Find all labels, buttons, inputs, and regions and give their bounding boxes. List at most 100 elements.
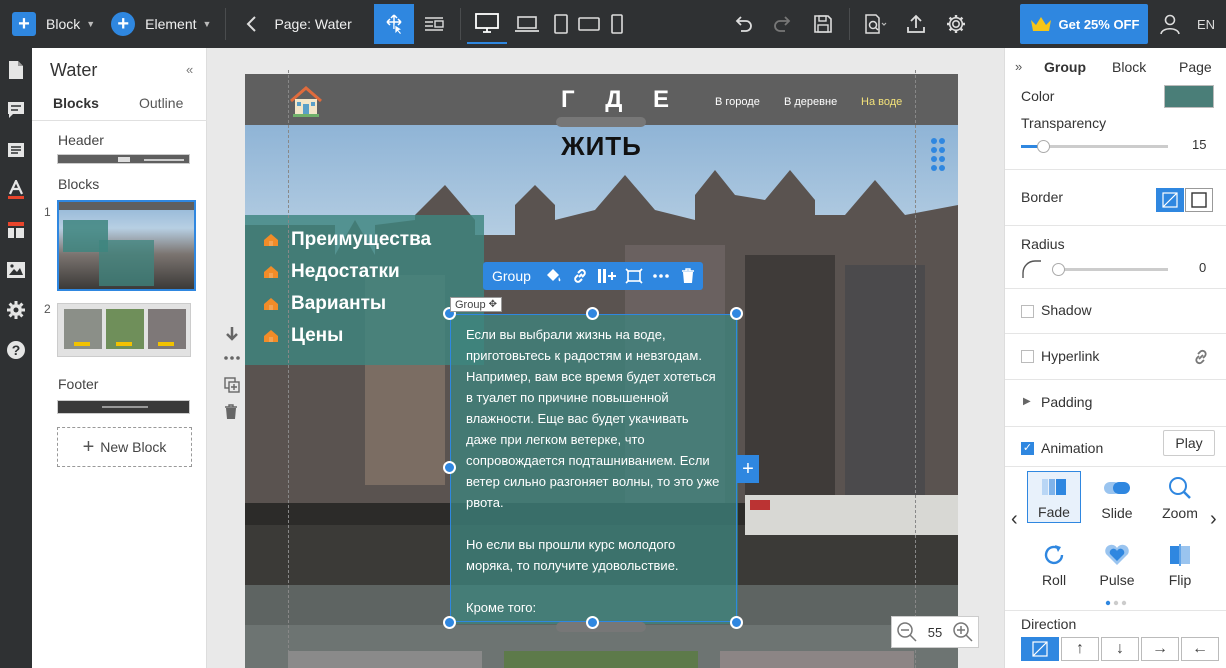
direction-down-button[interactable]: ↓ xyxy=(1101,637,1139,661)
preview-menu[interactable] xyxy=(856,4,896,44)
delete-button[interactable] xyxy=(675,262,702,290)
animation-pulse[interactable]: Pulse xyxy=(1090,538,1144,590)
duplicate-icon[interactable] xyxy=(224,377,240,393)
hyperlink-checkbox[interactable] xyxy=(1021,350,1034,363)
editor-canvas[interactable]: Г Д Е В городе В деревне На воде ЖИТЬ Пр… xyxy=(207,48,1004,668)
animations-next-button[interactable]: › xyxy=(1210,508,1217,531)
block-handle-bottom[interactable] xyxy=(556,622,646,632)
hero-title[interactable]: ЖИТЬ xyxy=(245,131,958,162)
resize-handle-t[interactable] xyxy=(586,307,599,320)
footer-thumbnail[interactable] xyxy=(57,400,190,414)
zoom-in-icon[interactable] xyxy=(952,621,974,643)
settings-button[interactable] xyxy=(936,4,976,44)
nav-link-city[interactable]: В городе xyxy=(715,96,760,108)
rail-text-button[interactable] xyxy=(0,130,32,170)
header-thumbnail[interactable] xyxy=(57,154,190,164)
zoom-value[interactable]: 55 xyxy=(928,625,942,640)
roll-icon xyxy=(1044,545,1064,565)
block-handle-top[interactable] xyxy=(556,117,646,127)
more-options-button[interactable] xyxy=(648,262,675,290)
direction-up-button[interactable]: ↑ xyxy=(1061,637,1099,661)
shadow-checkbox[interactable] xyxy=(1021,305,1034,318)
collapse-panel-button[interactable]: « xyxy=(186,62,193,77)
rail-typography-button[interactable] xyxy=(0,170,32,210)
rail-settings-button[interactable] xyxy=(0,290,32,330)
group-toolbar-label[interactable]: Group xyxy=(483,268,540,284)
resize-handle-b[interactable] xyxy=(586,616,599,629)
direction-none-button[interactable] xyxy=(1021,637,1059,661)
play-animation-button[interactable]: Play xyxy=(1163,430,1215,456)
direction-right-button[interactable]: → xyxy=(1141,637,1179,661)
rail-comments-button[interactable] xyxy=(0,90,32,130)
fill-color-button[interactable] xyxy=(540,262,567,290)
nav-link-water[interactable]: На воде xyxy=(861,96,902,108)
promo-button[interactable]: Get 25% OFF xyxy=(1020,4,1148,44)
divider xyxy=(1005,225,1226,226)
resize-handle-br[interactable] xyxy=(730,616,743,629)
fit-button[interactable] xyxy=(621,262,648,290)
animation-fade[interactable]: Fade xyxy=(1027,471,1081,523)
padding-label[interactable]: Padding xyxy=(1041,394,1092,410)
group-tag[interactable]: Group ✥ xyxy=(450,297,502,312)
add-element-menu[interactable]: + Element ▼ xyxy=(103,0,219,48)
border-none-button[interactable] xyxy=(1156,188,1184,212)
back-button[interactable] xyxy=(232,4,272,44)
tab-page[interactable]: Page xyxy=(1179,59,1212,75)
animations-prev-button[interactable]: ‹ xyxy=(1011,508,1018,531)
select-mode-button[interactable] xyxy=(373,4,414,44)
add-element-right-button[interactable]: + xyxy=(737,455,759,483)
house-icon xyxy=(264,234,278,246)
move-down-icon[interactable] xyxy=(224,326,240,342)
grid-handle-icon[interactable] xyxy=(930,137,946,173)
device-tablet-landscape-button[interactable] xyxy=(575,4,603,44)
add-block-menu[interactable]: + Block ▼ xyxy=(0,0,103,48)
animation-zoom[interactable]: Zoom xyxy=(1153,471,1207,523)
new-block-button[interactable]: + New Block xyxy=(57,427,192,467)
more-horizontal-icon[interactable] xyxy=(224,354,240,362)
resize-handle-bl[interactable] xyxy=(443,616,456,629)
animation-flip[interactable]: Flip xyxy=(1153,538,1207,590)
zoom-out-icon[interactable] xyxy=(896,621,918,643)
device-desktop-button[interactable] xyxy=(466,4,507,44)
radius-slider-knob[interactable] xyxy=(1052,263,1065,276)
border-solid-button[interactable] xyxy=(1185,188,1213,212)
tab-block[interactable]: Block xyxy=(1112,59,1146,75)
text-layout-button[interactable] xyxy=(414,4,454,44)
house-icon xyxy=(264,266,278,278)
rail-pages-button[interactable] xyxy=(0,50,32,90)
device-laptop-button[interactable] xyxy=(507,4,547,44)
rail-layout-button[interactable] xyxy=(0,210,32,250)
transparency-slider-knob[interactable] xyxy=(1037,140,1051,153)
direction-left-button[interactable]: ← xyxy=(1181,637,1219,661)
expand-triangle-icon[interactable]: ▶ xyxy=(1023,396,1031,407)
tab-group[interactable]: Group xyxy=(1044,59,1086,75)
account-button[interactable] xyxy=(1154,4,1186,44)
page-selector[interactable]: Page: Water xyxy=(272,0,359,48)
device-phone-button[interactable] xyxy=(603,4,631,44)
radius-slider-track[interactable] xyxy=(1055,268,1168,271)
add-column-button[interactable] xyxy=(594,262,621,290)
block-thumbnail-2[interactable] xyxy=(57,303,191,357)
color-swatch[interactable] xyxy=(1164,85,1214,108)
rail-help-button[interactable]: ? xyxy=(0,330,32,370)
trash-icon[interactable] xyxy=(224,404,238,420)
resize-handle-tr[interactable] xyxy=(730,307,743,320)
block-thumbnail-1[interactable] xyxy=(57,200,196,291)
rail-images-button[interactable] xyxy=(0,250,32,290)
resize-handle-l[interactable] xyxy=(443,461,456,474)
nav-link-village[interactable]: В деревне xyxy=(784,96,837,108)
language-selector[interactable]: EN xyxy=(1190,4,1222,44)
animation-roll[interactable]: Roll xyxy=(1027,538,1081,590)
animation-checkbox[interactable]: ✓ xyxy=(1021,442,1034,455)
redo-button[interactable] xyxy=(763,4,803,44)
animation-slide[interactable]: Slide xyxy=(1090,471,1144,523)
tab-blocks[interactable]: Blocks xyxy=(53,95,99,111)
publish-button[interactable] xyxy=(896,4,936,44)
tab-outline[interactable]: Outline xyxy=(139,95,183,111)
undo-button[interactable] xyxy=(723,4,763,44)
link-button[interactable] xyxy=(567,262,594,290)
device-tablet-button[interactable] xyxy=(547,4,575,44)
expand-panel-button[interactable]: » xyxy=(1015,59,1022,74)
save-button[interactable] xyxy=(803,4,843,44)
features-box[interactable]: Преимущества Недостатки Варианты Цены xyxy=(245,215,484,365)
